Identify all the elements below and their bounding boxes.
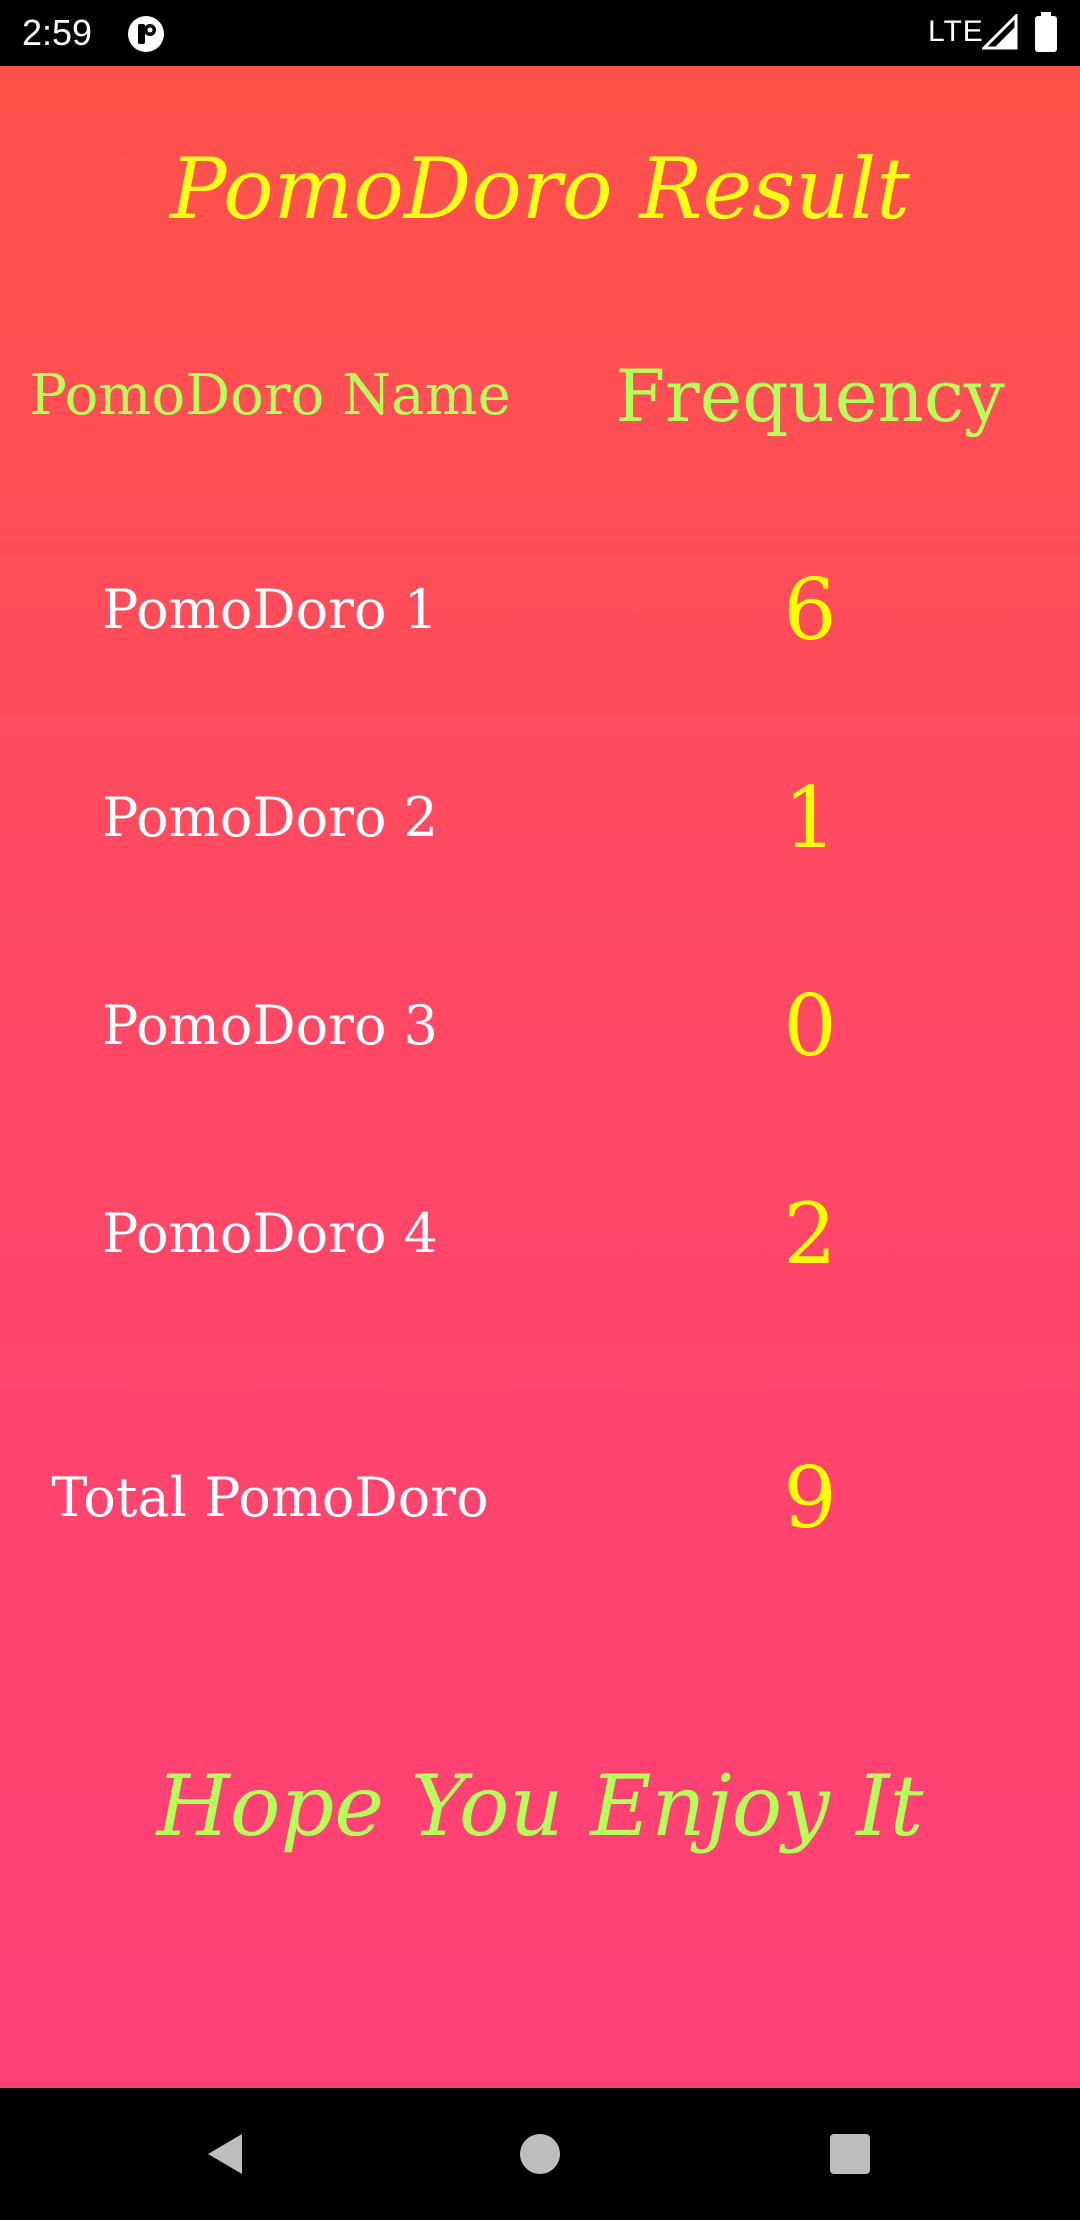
- row-value: 0: [783, 977, 837, 1075]
- result-row-2: PomoDoro 2 1: [0, 758, 1080, 878]
- status-bar: 2:59 LTE: [0, 0, 1080, 66]
- row-name: PomoDoro 2: [101, 786, 439, 849]
- back-button[interactable]: [188, 2116, 264, 2192]
- recents-button[interactable]: [812, 2116, 888, 2192]
- total-row: Total PomoDoro 9: [0, 1438, 1080, 1558]
- app-notification-icon: [126, 14, 166, 54]
- home-button[interactable]: [502, 2116, 578, 2192]
- row-name: PomoDoro 3: [101, 994, 439, 1057]
- signal-icon: [980, 12, 1018, 50]
- battery-icon: [1034, 12, 1058, 52]
- footer-message: Hope You Enjoy It: [156, 1757, 924, 1855]
- column-header-frequency: Frequency: [615, 354, 1005, 438]
- total-value: 9: [783, 1449, 837, 1547]
- result-screen: PomoDoro Result PomoDoro Name Frequency …: [0, 66, 1080, 2088]
- result-row-3: PomoDoro 3 0: [0, 966, 1080, 1086]
- row-value: 1: [783, 769, 837, 867]
- status-time: 2:59: [22, 12, 93, 53]
- row-name: PomoDoro 1: [101, 578, 439, 641]
- row-value: 2: [783, 1185, 837, 1283]
- column-header-name: PomoDoro Name: [29, 363, 511, 428]
- navigation-bar: [0, 2088, 1080, 2220]
- total-label: Total PomoDoro: [51, 1466, 489, 1529]
- recents-icon: [830, 2134, 870, 2174]
- back-icon: [208, 2134, 242, 2174]
- row-value: 6: [783, 561, 837, 659]
- result-row-4: PomoDoro 4 2: [0, 1174, 1080, 1294]
- page-title: PomoDoro Result: [169, 140, 911, 238]
- row-name: PomoDoro 4: [101, 1202, 439, 1265]
- network-type: LTE: [928, 15, 984, 48]
- home-icon: [520, 2134, 560, 2174]
- result-row-1: PomoDoro 1 6: [0, 550, 1080, 670]
